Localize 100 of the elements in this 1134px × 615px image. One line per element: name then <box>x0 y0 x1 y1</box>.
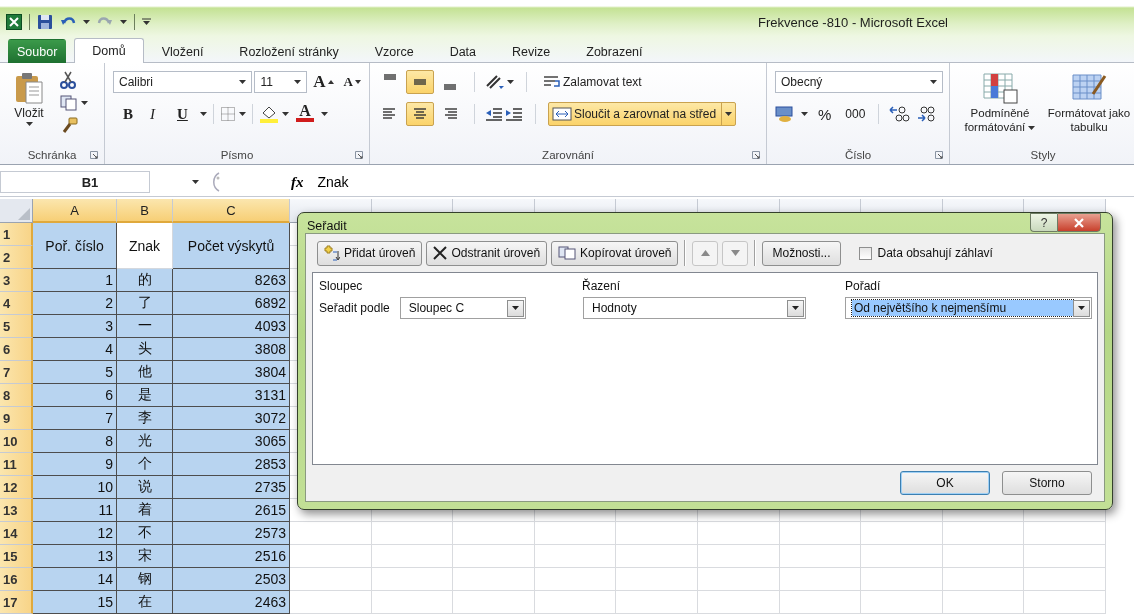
underline-button[interactable]: U <box>173 102 197 126</box>
table-cell[interactable]: 7 <box>33 407 117 430</box>
increase-indent-icon[interactable] <box>505 106 523 122</box>
table-cell[interactable]: 2 <box>33 292 117 315</box>
table-cell[interactable] <box>616 591 698 614</box>
table-cell[interactable] <box>371 568 454 591</box>
table-cell[interactable]: 2516 <box>173 545 290 568</box>
text-orientation-icon[interactable] <box>485 74 505 90</box>
table-cell[interactable] <box>1024 545 1106 568</box>
row-header[interactable]: 5 <box>0 315 33 338</box>
font-name-field[interactable]: Calibri <box>113 71 253 93</box>
dialog-launcher-icon[interactable] <box>935 151 943 159</box>
table-cell[interactable] <box>534 591 617 614</box>
table-cell[interactable] <box>942 591 1025 614</box>
table-cell[interactable]: 11 <box>33 499 117 522</box>
table-cell[interactable] <box>1024 568 1106 591</box>
table-cell[interactable]: 着 <box>117 499 173 522</box>
header-cell[interactable]: Znak <box>117 223 173 269</box>
header-cell[interactable]: Poř. číslo <box>33 223 117 269</box>
row-header[interactable]: 6 <box>0 338 33 361</box>
table-cell[interactable]: 3072 <box>173 407 290 430</box>
table-cell[interactable]: 光 <box>117 430 173 453</box>
row-header[interactable]: 15 <box>0 545 33 568</box>
table-cell[interactable] <box>861 568 943 591</box>
table-cell[interactable]: 4093 <box>173 315 290 338</box>
table-cell[interactable]: 不 <box>117 522 173 545</box>
table-cell[interactable] <box>697 568 780 591</box>
file-menu-tab[interactable]: Soubor <box>8 39 67 63</box>
table-cell[interactable]: 2615 <box>173 499 290 522</box>
fill-color-icon[interactable] <box>259 105 279 123</box>
name-box-menu-icon[interactable] <box>192 180 199 184</box>
table-cell[interactable] <box>290 522 372 545</box>
italic-button[interactable]: I <box>146 102 170 126</box>
table-cell[interactable] <box>697 522 780 545</box>
number-format-field[interactable]: Obecný <box>775 71 943 93</box>
save-icon[interactable] <box>37 14 53 30</box>
table-cell[interactable] <box>616 545 698 568</box>
ribbon-tab[interactable]: Revize <box>494 40 569 63</box>
table-cell[interactable] <box>1024 522 1106 545</box>
middle-align-button[interactable] <box>406 70 434 94</box>
table-cell[interactable] <box>290 591 372 614</box>
table-cell[interactable]: 3 <box>33 315 117 338</box>
dialog-launcher-icon[interactable] <box>90 151 98 159</box>
redo-menu-icon[interactable] <box>120 20 127 24</box>
table-cell[interactable]: 8 <box>33 430 117 453</box>
column-dropdown[interactable]: Sloupec C <box>399 297 526 319</box>
cancel-button[interactable]: Storno <box>1002 471 1092 495</box>
table-cell[interactable] <box>453 522 535 545</box>
table-cell[interactable] <box>861 522 943 545</box>
table-cell[interactable]: 钢 <box>117 568 173 591</box>
table-cell[interactable] <box>371 522 454 545</box>
ribbon-tab[interactable]: Vložení <box>143 40 222 63</box>
table-cell[interactable]: 9 <box>33 453 117 476</box>
wrap-text-button[interactable]: Zalamovat text <box>539 70 646 94</box>
excel-logo-icon[interactable] <box>6 14 22 30</box>
table-cell[interactable]: 2463 <box>173 591 290 614</box>
delete-level-button[interactable]: Odstranit úroveň <box>426 240 548 266</box>
table-cell[interactable] <box>779 522 862 545</box>
conditional-formatting-button[interactable]: Podmíněné formátování <box>956 69 1044 145</box>
dropdown-button[interactable] <box>1073 299 1090 317</box>
font-color-button[interactable]: A <box>292 102 318 126</box>
table-cell[interactable]: 李 <box>117 407 173 430</box>
table-cell[interactable] <box>861 591 943 614</box>
table-cell[interactable] <box>779 591 862 614</box>
table-cell[interactable] <box>942 522 1025 545</box>
table-cell[interactable]: 3065 <box>173 430 290 453</box>
table-cell[interactable] <box>1024 591 1106 614</box>
table-cell[interactable]: 13 <box>33 545 117 568</box>
table-cell[interactable]: 6 <box>33 384 117 407</box>
merge-center-button[interactable]: Sloučit a zarovnat na střed <box>548 102 737 126</box>
table-cell[interactable] <box>534 545 617 568</box>
row-header[interactable]: 8 <box>0 384 33 407</box>
table-cell[interactable] <box>371 545 454 568</box>
paste-button[interactable]: Vložit <box>10 69 48 145</box>
table-cell[interactable] <box>942 568 1025 591</box>
column-header[interactable]: C <box>173 199 290 223</box>
ribbon-tab[interactable]: Data <box>431 40 495 63</box>
scissors-icon[interactable] <box>60 71 76 89</box>
order-dropdown[interactable]: Od největšího k nejmenšímu <box>845 297 1092 319</box>
decrease-indent-icon[interactable] <box>485 106 503 122</box>
row-header[interactable]: 14 <box>0 522 33 545</box>
table-cell[interactable] <box>779 568 862 591</box>
table-cell[interactable]: 2573 <box>173 522 290 545</box>
table-cell[interactable] <box>453 545 535 568</box>
dropdown-button[interactable] <box>506 299 524 317</box>
options-button[interactable]: Možnosti... <box>762 240 841 266</box>
table-cell[interactable]: 10 <box>33 476 117 499</box>
format-painter-icon[interactable] <box>60 117 78 135</box>
ok-button[interactable]: OK <box>900 471 990 495</box>
copy-level-button[interactable]: Kopírovat úroveň <box>551 240 679 266</box>
font-color-menu-icon[interactable] <box>321 112 328 116</box>
table-cell[interactable]: 8263 <box>173 269 290 292</box>
merge-menu-icon[interactable] <box>725 112 733 116</box>
table-cell[interactable]: 是 <box>117 384 173 407</box>
ribbon-tab[interactable]: Rozložení stránky <box>221 40 357 63</box>
table-cell[interactable]: 6892 <box>173 292 290 315</box>
formula-value[interactable]: Znak <box>317 174 349 190</box>
name-box[interactable]: B1 <box>0 171 150 193</box>
table-cell[interactable]: 3804 <box>173 361 290 384</box>
table-cell[interactable] <box>371 591 454 614</box>
